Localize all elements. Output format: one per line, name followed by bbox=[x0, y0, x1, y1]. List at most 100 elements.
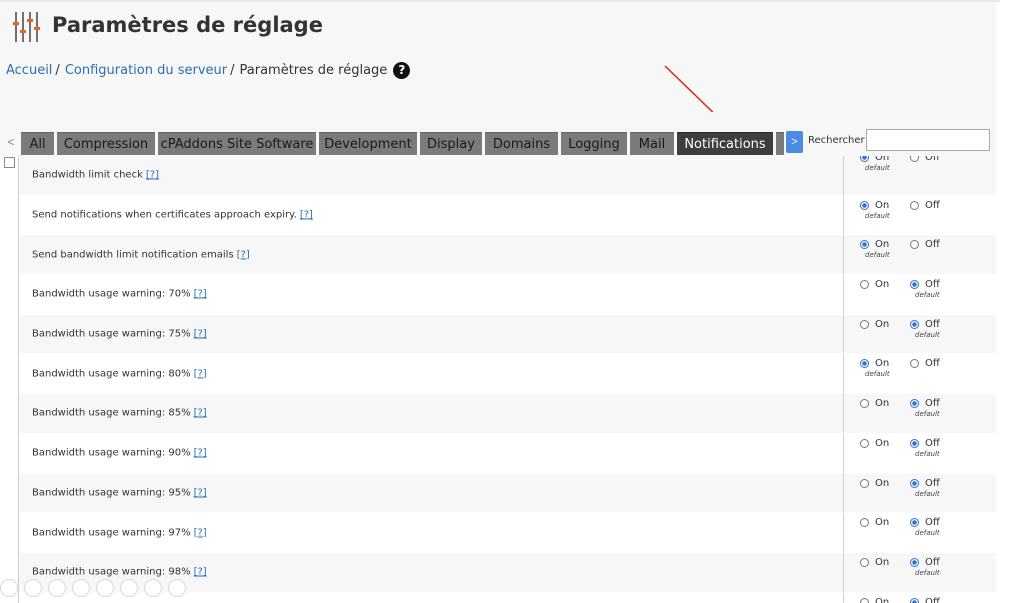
search-input[interactable] bbox=[866, 129, 990, 151]
radio-on-button[interactable] bbox=[860, 240, 869, 250]
tab-compression[interactable]: Compression bbox=[57, 132, 155, 155]
radio-off-button[interactable] bbox=[910, 478, 919, 488]
default-label: default bbox=[915, 568, 940, 577]
radio-on[interactable]: On bbox=[860, 239, 889, 250]
column-divider bbox=[843, 394, 844, 433]
toolbar-icon[interactable] bbox=[96, 579, 114, 597]
radio-on[interactable]: On bbox=[860, 279, 889, 290]
radio-off-button[interactable] bbox=[910, 280, 919, 290]
radio-off-button[interactable] bbox=[910, 399, 919, 409]
radio-on[interactable]: On bbox=[860, 597, 889, 603]
radio-on[interactable]: On bbox=[860, 557, 889, 568]
tabs-next-button[interactable]: > bbox=[786, 131, 803, 153]
radio-off-button[interactable] bbox=[910, 597, 919, 603]
toolbar-icon[interactable] bbox=[24, 579, 42, 597]
radio-off[interactable]: Off bbox=[910, 557, 940, 568]
toolbar-icon[interactable] bbox=[72, 579, 90, 597]
radio-on-button[interactable] bbox=[860, 359, 869, 369]
setting-label: Send bandwidth limit notification emails… bbox=[32, 249, 250, 260]
radio-on-button[interactable] bbox=[860, 200, 869, 210]
radio-on[interactable]: On bbox=[860, 517, 889, 528]
radio-on-button[interactable] bbox=[860, 280, 869, 290]
setting-row: Bandwidth usage warning: 75% [?] On Off defa… bbox=[19, 314, 996, 355]
toolbar-icon[interactable] bbox=[120, 579, 138, 597]
radio-off-button[interactable] bbox=[910, 200, 919, 210]
radio-off-button[interactable] bbox=[910, 518, 919, 528]
radio-on-label: On bbox=[875, 358, 890, 370]
setting-help-link[interactable]: [?] bbox=[194, 368, 207, 379]
tab-domains[interactable]: Domains bbox=[485, 132, 558, 155]
setting-label-text: Send notifications when certificates app… bbox=[32, 209, 297, 221]
radio-off-button[interactable] bbox=[910, 240, 919, 250]
tab-display[interactable]: Display bbox=[420, 132, 482, 155]
radio-on-label: On bbox=[875, 596, 890, 603]
tab-notifications[interactable]: Notifications bbox=[677, 132, 773, 155]
tab-mail[interactable]: Mail bbox=[630, 132, 674, 155]
radio-off[interactable]: Off bbox=[910, 358, 940, 369]
radio-on[interactable]: On bbox=[860, 438, 889, 449]
setting-help-link[interactable]: [?] bbox=[194, 567, 207, 578]
radio-off-label: Off bbox=[925, 398, 940, 410]
radio-on[interactable]: On bbox=[860, 358, 889, 369]
column-divider bbox=[843, 592, 844, 603]
toolbar-icon[interactable] bbox=[0, 579, 18, 597]
tab-development[interactable]: Development bbox=[319, 132, 417, 155]
toolbar-icon[interactable] bbox=[168, 579, 186, 597]
toolbar-icon[interactable] bbox=[48, 579, 66, 597]
setting-help-link[interactable]: [?] bbox=[194, 487, 207, 498]
radio-on-button[interactable] bbox=[860, 597, 869, 603]
radio-off[interactable]: Off bbox=[910, 478, 940, 489]
setting-help-link[interactable]: [?] bbox=[194, 448, 207, 459]
setting-help-link[interactable]: [?] bbox=[194, 408, 207, 419]
radio-on-button[interactable] bbox=[860, 438, 869, 448]
tabs-prev-button[interactable]: < bbox=[4, 132, 18, 154]
radio-on[interactable]: On bbox=[860, 398, 889, 409]
radio-on[interactable]: On bbox=[860, 478, 889, 489]
radio-off[interactable]: Off bbox=[910, 239, 940, 250]
radio-on-button[interactable] bbox=[860, 518, 869, 528]
breadcrumb: Accueil / Configuration du serveur / Par… bbox=[6, 62, 411, 79]
setting-label-text: Bandwidth usage warning: 97% bbox=[32, 527, 191, 539]
tab-overflow[interactable] bbox=[776, 132, 784, 155]
setting-help-link[interactable]: [?] bbox=[194, 289, 207, 300]
radio-on[interactable]: On bbox=[860, 319, 889, 330]
radio-on-button[interactable] bbox=[860, 399, 869, 409]
setting-label: Bandwidth usage warning: 80% [?] bbox=[32, 368, 207, 379]
tab-logging[interactable]: Logging bbox=[561, 132, 627, 155]
setting-help-link[interactable]: [?] bbox=[194, 527, 207, 538]
radio-off[interactable]: Off bbox=[910, 279, 940, 290]
radio-on-label: On bbox=[875, 398, 890, 410]
radio-off[interactable]: Off bbox=[910, 319, 940, 330]
radio-off-button[interactable] bbox=[910, 359, 919, 369]
setting-help-link[interactable]: [?] bbox=[300, 210, 313, 221]
select-checkbox[interactable] bbox=[4, 157, 15, 168]
radio-off[interactable]: Off bbox=[910, 597, 940, 603]
tab-cpaddons[interactable]: cPAddons Site Software bbox=[158, 132, 316, 155]
column-divider bbox=[843, 156, 844, 195]
column-divider bbox=[843, 473, 844, 513]
radio-off[interactable]: Off bbox=[910, 517, 940, 528]
radio-off[interactable]: Off bbox=[910, 438, 940, 449]
radio-on-button[interactable] bbox=[860, 557, 869, 567]
tab-all[interactable]: All bbox=[21, 132, 54, 155]
toolbar-icon[interactable] bbox=[144, 579, 162, 597]
breadcrumb-server-config-link[interactable]: Configuration du serveur bbox=[65, 63, 227, 78]
radio-off[interactable]: Off bbox=[910, 156, 940, 163]
setting-help-link[interactable]: [?] bbox=[194, 329, 207, 340]
radio-off-button[interactable] bbox=[910, 557, 919, 567]
radio-off-button[interactable] bbox=[910, 319, 919, 329]
radio-off-button[interactable] bbox=[910, 438, 919, 448]
breadcrumb-home-link[interactable]: Accueil bbox=[6, 63, 52, 78]
radio-on[interactable]: On bbox=[860, 200, 889, 211]
radio-off[interactable]: Off bbox=[910, 200, 940, 211]
setting-help-link[interactable]: [?] bbox=[146, 170, 159, 181]
setting-help-link[interactable]: [?] bbox=[237, 249, 250, 260]
question-circle-icon[interactable]: ? bbox=[393, 62, 411, 79]
radio-off[interactable]: Off bbox=[910, 398, 940, 409]
radio-off-button[interactable] bbox=[910, 156, 919, 162]
radio-on[interactable]: On bbox=[860, 156, 889, 163]
radio-on-button[interactable] bbox=[860, 156, 869, 162]
radio-on-button[interactable] bbox=[860, 478, 869, 488]
radio-on-button[interactable] bbox=[860, 319, 869, 329]
default-label: default bbox=[915, 330, 940, 339]
